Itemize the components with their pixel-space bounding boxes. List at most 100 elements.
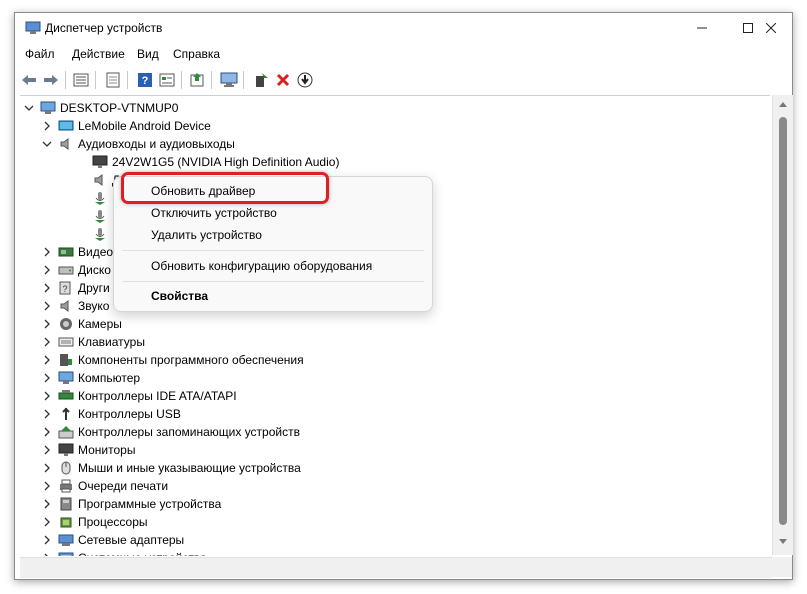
tree-category-item[interactable]: LeMobile Android Device (20, 117, 760, 135)
tree-category-item[interactable]: Контроллеры запоминающих устройств (20, 423, 760, 441)
printer-icon (60, 479, 72, 493)
uninstall-device-icon[interactable] (273, 70, 293, 90)
menu-action[interactable]: Действие (72, 47, 125, 61)
menu-view[interactable]: Вид (137, 47, 159, 61)
scroll-up-arrow-icon[interactable] (779, 101, 787, 107)
device-tree: DESKTOP-VTNMUP0 LeMobile Android Device А… (20, 95, 770, 556)
menu-file[interactable]: Файл (25, 47, 55, 61)
tree-item-label: Видео (78, 245, 114, 259)
chevron-right-icon[interactable] (42, 445, 52, 455)
back-arrow-icon[interactable] (19, 70, 39, 90)
menu-bar: Файл Действие Вид Справка (15, 43, 792, 65)
tree-category-item[interactable]: Камеры (20, 315, 760, 333)
chevron-right-icon[interactable] (42, 337, 52, 347)
tree-category-item[interactable]: Контроллеры IDE ATA/ATAPI (20, 387, 760, 405)
computer-icon (58, 371, 74, 384)
tree-category-item[interactable]: Процессоры (20, 513, 760, 531)
tree-item-label: Компоненты программного обеспечения (78, 353, 304, 367)
mouse-icon (61, 461, 71, 475)
svg-text:?: ? (142, 75, 149, 87)
download-circle-icon[interactable] (295, 70, 315, 90)
tree-category-item[interactable]: Компьютер (20, 369, 760, 387)
tree-category-item[interactable]: Мониторы (20, 441, 760, 459)
speaker-icon (60, 300, 69, 312)
scrollbar-corner (772, 557, 792, 577)
tree-item-label: Клавиатуры (78, 335, 145, 349)
chevron-right-icon[interactable] (42, 481, 52, 491)
tree-category-item[interactable]: Мыши и иные указывающие устройства (20, 459, 760, 477)
close-button[interactable] (748, 13, 794, 43)
ide-controller-icon (58, 390, 74, 400)
chevron-down-icon[interactable] (24, 103, 34, 113)
tree-item-label: Други (78, 281, 110, 295)
vertical-scroll-thumb[interactable] (779, 117, 787, 525)
phone-device-icon (58, 120, 74, 131)
speaker-icon (60, 138, 69, 150)
tree-item-label: Аудиовходы и аудиовыходы (78, 137, 235, 151)
chevron-right-icon[interactable] (42, 409, 52, 419)
menu-separator (122, 250, 424, 251)
monitor-icon (58, 443, 74, 456)
scan-hardware-icon[interactable] (219, 70, 239, 90)
chevron-right-icon[interactable] (42, 247, 52, 257)
menu-help[interactable]: Справка (173, 47, 220, 61)
display-adapter-icon (58, 247, 74, 257)
tree-category-item[interactable]: Программные устройства (20, 495, 760, 513)
keyboard-icon (58, 337, 74, 347)
scroll-down-arrow-icon[interactable] (779, 539, 787, 545)
chevron-right-icon[interactable] (42, 265, 52, 275)
storage-controller-icon (58, 426, 74, 439)
tree-category-item[interactable]: Очереди печати (20, 477, 760, 495)
menu-uninstall-device[interactable]: Удалить устройство (151, 228, 262, 242)
chevron-right-icon[interactable] (42, 355, 52, 365)
tree-category-item[interactable]: Системные устройства (20, 549, 760, 556)
tree-item-label: Сетевые адаптеры (78, 533, 185, 547)
tree-category-item[interactable]: Контроллеры USB (20, 405, 760, 423)
monitor-icon (92, 155, 108, 168)
tree-child-item[interactable]: 24V2W1G5 (NVIDIA High Definition Audio) (20, 153, 760, 171)
chevron-right-icon[interactable] (42, 373, 52, 383)
camera-icon (60, 318, 72, 330)
properties-sheet-icon[interactable] (103, 70, 123, 90)
view-list-icon[interactable] (71, 70, 91, 90)
view-resources-icon[interactable] (157, 70, 177, 90)
tree-item-label: Контроллеры запоминающих устройств (78, 425, 300, 439)
chevron-right-icon[interactable] (42, 391, 52, 401)
device-manager-app-icon (25, 21, 41, 34)
chevron-down-icon[interactable] (42, 139, 52, 149)
tree-item-label: 24V2W1G5 (NVIDIA High Definition Audio) (112, 155, 340, 169)
chevron-right-icon[interactable] (42, 283, 52, 293)
microphone-icon (95, 192, 105, 205)
tree-category-item[interactable]: Компоненты программного обеспечения (20, 351, 760, 369)
vertical-scrollbar[interactable] (772, 95, 793, 555)
tree-item-label: Программные устройства (78, 497, 222, 511)
minimize-button[interactable] (679, 13, 725, 43)
tree-category-item[interactable]: Клавиатуры (20, 333, 760, 351)
menu-disable-device[interactable]: Отключить устройство (151, 206, 277, 220)
chevron-right-icon[interactable] (42, 301, 52, 311)
other-device-icon: ? (59, 281, 71, 295)
processor-icon (60, 517, 72, 528)
tree-category-item[interactable]: Аудиовходы и аудиовыходы (20, 135, 760, 153)
menu-scan-hardware[interactable]: Обновить конфигурацию оборудования (151, 259, 372, 273)
chevron-right-icon[interactable] (42, 517, 52, 527)
chevron-right-icon[interactable] (42, 121, 52, 131)
chevron-right-icon[interactable] (42, 463, 52, 473)
enable-device-icon[interactable] (251, 70, 271, 90)
chevron-right-icon[interactable] (42, 319, 52, 329)
chevron-right-icon[interactable] (42, 535, 52, 545)
toolbar: ? (15, 67, 792, 93)
update-driver-icon[interactable] (187, 70, 207, 90)
chevron-right-icon[interactable] (42, 427, 52, 437)
forward-arrow-icon[interactable] (41, 70, 61, 90)
horizontal-scrollbar[interactable] (20, 557, 772, 578)
chevron-right-icon[interactable] (42, 499, 52, 509)
network-adapter-icon (58, 534, 74, 546)
tree-category-item[interactable]: Сетевые адаптеры (20, 531, 760, 549)
tree-root[interactable]: DESKTOP-VTNMUP0 (20, 99, 320, 117)
help-icon[interactable]: ? (135, 70, 155, 90)
menu-properties[interactable]: Свойства (151, 289, 208, 303)
tree-item-label: Диско (78, 263, 111, 277)
chevron-right-icon[interactable] (42, 553, 52, 556)
svg-text:?: ? (62, 284, 67, 294)
